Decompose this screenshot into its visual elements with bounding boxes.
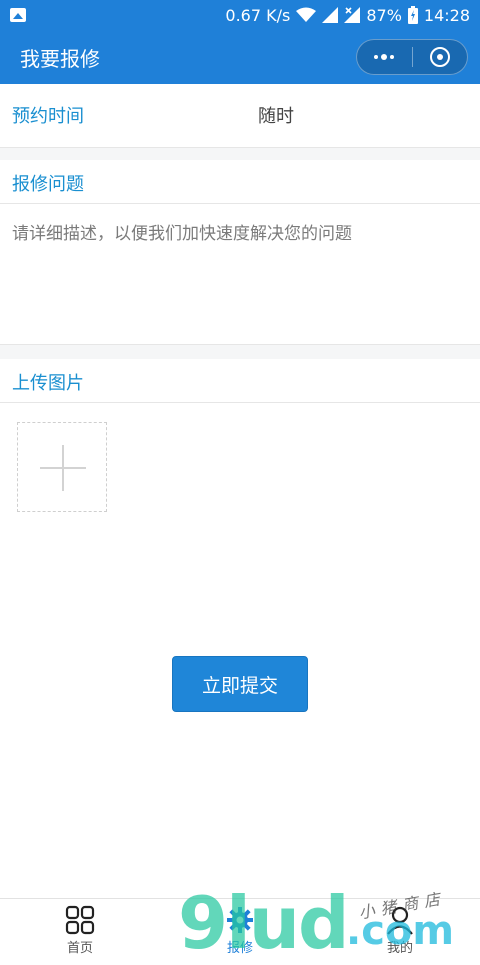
section-gap [0,148,480,160]
user-icon [385,905,415,935]
appointment-time-label: 预约时间 [12,106,84,127]
tab-mine[interactable]: 我的 [320,899,480,961]
section-gap [0,345,480,359]
problem-section-header: 报修问题 [0,160,480,204]
tab-home[interactable]: 首页 [0,899,160,961]
navigation-bar: 我要报修 [0,30,480,84]
gear-icon [225,905,255,935]
upload-area [0,404,480,898]
submit-button[interactable]: 立即提交 [172,656,308,712]
wifi-icon [296,7,317,23]
status-bar-left [10,8,26,22]
problem-label: 报修问题 [12,174,84,195]
more-dots-icon [374,54,395,60]
status-bar: 0.67 K/s 87% 14:28 [0,0,480,30]
signal-icon [322,7,339,23]
appointment-time-value[interactable]: 随时 [258,102,294,128]
tab-repair[interactable]: 报修 [160,899,320,961]
image-notification-icon [10,8,26,22]
problem-placeholder: 请详细描述，以便我们加快速度解决您的问题 [12,224,352,244]
battery-percent: 87% [366,5,402,25]
battery-charging-icon [407,6,418,24]
add-image-button[interactable] [17,422,107,512]
appointment-time-row[interactable]: 预约时间 随时 [0,84,480,148]
page-title: 我要报修 [20,46,100,71]
tab-mine-label: 我的 [386,941,413,956]
tab-bar: 首页 报修 我的 [0,898,480,960]
upload-section-header: 上传图片 [0,359,480,403]
close-button[interactable] [413,40,468,74]
more-button[interactable] [357,40,412,74]
problem-textarea[interactable]: 请详细描述，以便我们加快速度解决您的问题 [0,205,480,345]
tab-home-label: 首页 [66,941,93,956]
grid-icon [65,905,95,935]
clock: 14:28 [423,5,470,25]
menu-capsule [356,39,468,75]
close-target-icon [429,47,450,67]
network-speed: 0.67 K/s [225,5,291,25]
upload-label: 上传图片 [12,373,84,394]
status-bar-right: 0.67 K/s 87% 14:28 [225,6,470,25]
signal-x-icon [344,7,361,23]
tab-repair-label: 报修 [226,941,253,956]
